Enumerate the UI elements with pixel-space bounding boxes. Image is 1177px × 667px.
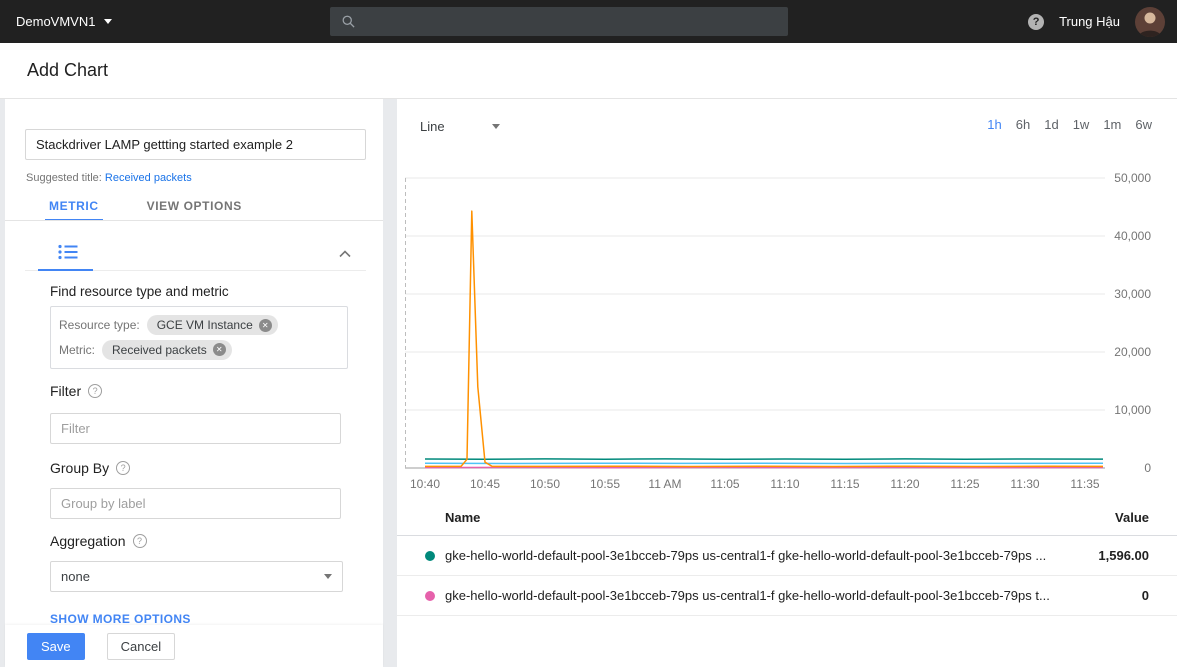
- help-icon[interactable]: ?: [1028, 14, 1044, 30]
- remove-chip-icon[interactable]: ✕: [213, 343, 226, 356]
- avatar[interactable]: [1135, 7, 1165, 37]
- resource-type-label: Resource type:: [59, 318, 140, 332]
- chart-type-value: Line: [420, 119, 445, 134]
- info-icon[interactable]: ?: [88, 384, 102, 398]
- svg-text:11:10: 11:10: [770, 477, 799, 491]
- metric-row: Metric: Received packets ✕: [59, 340, 339, 360]
- group-by-label-row: Group By ?: [50, 460, 130, 476]
- show-more-options-link[interactable]: SHOW MORE OPTIONS: [50, 612, 191, 626]
- svg-text:11:25: 11:25: [950, 477, 979, 491]
- resource-type-chip-label: GCE VM Instance: [157, 318, 253, 332]
- svg-text:10:40: 10:40: [410, 477, 440, 491]
- suggested-title-label: Suggested title:: [26, 172, 102, 184]
- range-6w[interactable]: 6w: [1135, 117, 1152, 132]
- resource-type-chip[interactable]: GCE VM Instance ✕: [147, 315, 278, 335]
- svg-text:10:45: 10:45: [470, 477, 500, 491]
- resource-metric-box[interactable]: Resource type: GCE VM Instance ✕ Metric:…: [50, 306, 348, 369]
- page-header: Add Chart: [0, 43, 1177, 99]
- series-name: gke-hello-world-default-pool-3e1bcceb-79…: [445, 588, 1122, 603]
- aggregation-value: none: [61, 569, 90, 584]
- chart-type-select[interactable]: Line: [420, 114, 500, 138]
- aggregation-label: Aggregation: [50, 533, 126, 549]
- metric-label: Metric:: [59, 343, 95, 357]
- action-bar: Save Cancel: [5, 625, 383, 667]
- aggregation-label-row: Aggregation ?: [50, 533, 147, 549]
- suggested-title-link[interactable]: Received packets: [105, 172, 192, 184]
- column-value: Value: [1115, 510, 1149, 525]
- topbar-search[interactable]: [330, 7, 788, 36]
- chart-config-panel: Suggested title: Received packets METRIC…: [5, 99, 383, 667]
- filter-label-row: Filter ?: [50, 383, 102, 399]
- page-title: Add Chart: [27, 43, 108, 98]
- tab-metric[interactable]: METRIC: [45, 191, 103, 220]
- list-icon: [58, 244, 78, 260]
- range-6h[interactable]: 6h: [1016, 117, 1030, 132]
- range-1w[interactable]: 1w: [1073, 117, 1090, 132]
- line-chart: 0 10,000 20,000 30,000 40,000 50,000 10:40 10:4…: [405, 170, 1160, 500]
- tabs-divider: [5, 220, 383, 221]
- group-by-label: Group By: [50, 460, 109, 476]
- svg-text:11:20: 11:20: [890, 477, 919, 491]
- range-1d[interactable]: 1d: [1044, 117, 1058, 132]
- project-name: DemoVMVN1: [16, 14, 95, 29]
- table-row[interactable]: gke-hello-world-default-pool-3e1bcceb-79…: [397, 576, 1177, 616]
- chart-preview-panel: Line 1h 6h 1d 1w 1m 6w 0 10,000 20,000 30,0…: [397, 99, 1177, 667]
- project-selector[interactable]: DemoVMVN1: [16, 14, 112, 29]
- metric-chip-label: Received packets: [112, 343, 207, 357]
- svg-text:20,000: 20,000: [1114, 345, 1151, 359]
- range-1h[interactable]: 1h: [987, 117, 1001, 132]
- cancel-button[interactable]: Cancel: [107, 633, 175, 660]
- info-icon[interactable]: ?: [116, 461, 130, 475]
- metric-list-tab-underline: [38, 269, 93, 271]
- svg-text:40,000: 40,000: [1114, 229, 1151, 243]
- range-1m[interactable]: 1m: [1103, 117, 1121, 132]
- group-by-input[interactable]: [50, 488, 341, 519]
- legend-dot: [425, 551, 435, 561]
- svg-text:11:30: 11:30: [1010, 477, 1039, 491]
- filter-label: Filter: [50, 383, 81, 399]
- search-input[interactable]: [365, 14, 777, 29]
- topbar-right-cluster: ? Trung Hậu: [1028, 0, 1165, 43]
- svg-text:10:50: 10:50: [530, 477, 560, 491]
- info-icon[interactable]: ?: [133, 534, 147, 548]
- aggregation-select[interactable]: none: [50, 561, 343, 592]
- topbar: DemoVMVN1 ? Trung Hậu: [0, 0, 1177, 43]
- series-value: 1,596.00: [1098, 548, 1149, 563]
- svg-text:10,000: 10,000: [1114, 403, 1151, 417]
- table-row[interactable]: gke-hello-world-default-pool-3e1bcceb-79…: [397, 536, 1177, 576]
- series-table-header: Name Value: [397, 499, 1177, 536]
- config-tabs: METRIC VIEW OPTIONS: [45, 191, 246, 220]
- line-chart-svg: 0 10,000 20,000 30,000 40,000 50,000 10:40 10:4…: [405, 170, 1160, 500]
- chevron-down-icon: [492, 124, 500, 129]
- svg-text:11 AM: 11 AM: [648, 477, 681, 491]
- metric-chip[interactable]: Received packets ✕: [102, 340, 232, 360]
- series-name: gke-hello-world-default-pool-3e1bcceb-79…: [445, 548, 1078, 563]
- user-name: Trung Hậu: [1059, 14, 1120, 29]
- filter-input[interactable]: [50, 413, 341, 444]
- chevron-down-icon: [324, 574, 332, 579]
- save-button[interactable]: Save: [27, 633, 85, 660]
- search-icon: [341, 14, 356, 29]
- series-value: 0: [1142, 588, 1149, 603]
- svg-text:11:05: 11:05: [710, 477, 739, 491]
- find-metric-label: Find resource type and metric: [50, 284, 229, 299]
- series-table: Name Value gke-hello-world-default-pool-…: [397, 499, 1177, 616]
- legend-dot: [425, 591, 435, 601]
- svg-text:11:15: 11:15: [830, 477, 859, 491]
- tab-view-options[interactable]: VIEW OPTIONS: [143, 191, 246, 220]
- resource-type-row: Resource type: GCE VM Instance ✕: [59, 315, 339, 335]
- column-name: Name: [445, 510, 480, 525]
- metric-list-tab[interactable]: [45, 234, 91, 270]
- svg-text:30,000: 30,000: [1114, 287, 1151, 301]
- suggested-title: Suggested title: Received packets: [26, 172, 192, 184]
- chevron-down-icon: [104, 19, 112, 24]
- svg-text:11:35: 11:35: [1070, 477, 1099, 491]
- chart-title-input[interactable]: [25, 129, 366, 160]
- time-range-selector: 1h 6h 1d 1w 1m 6w: [987, 117, 1152, 132]
- remove-chip-icon[interactable]: ✕: [259, 319, 272, 332]
- collapse-section-button[interactable]: [335, 241, 355, 267]
- svg-text:0: 0: [1144, 461, 1151, 475]
- svg-text:50,000: 50,000: [1114, 171, 1151, 185]
- svg-text:10:55: 10:55: [590, 477, 620, 491]
